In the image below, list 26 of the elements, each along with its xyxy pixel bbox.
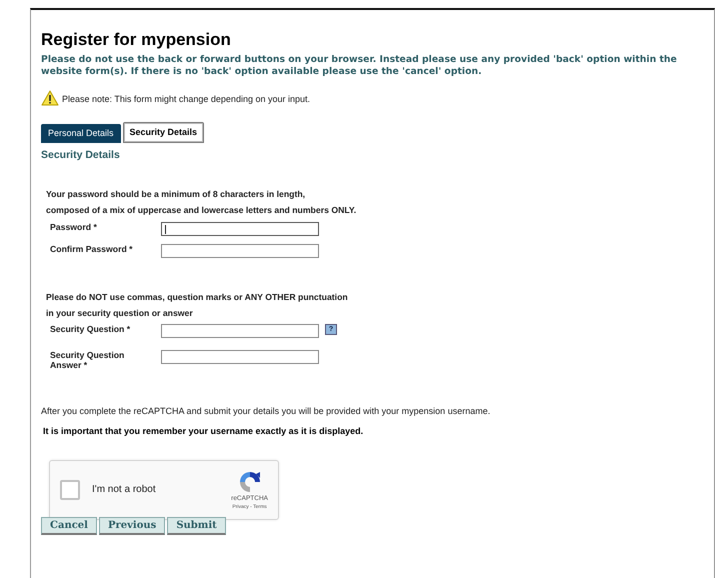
- instruction-text: composed of a mix of uppercase and lowercase letters and numbers ONLY.: [46, 205, 358, 217]
- field-label: Password *: [50, 222, 98, 232]
- tab[interactable]: Personal Details: [41, 124, 121, 144]
- checkbox-label: I'm not a robot: [92, 483, 157, 496]
- checkbox[interactable]: [60, 480, 80, 500]
- warning-icon: [41, 90, 59, 106]
- field-label: Security Question Answer *: [50, 350, 126, 370]
- form-button[interactable]: Cancel: [41, 516, 97, 535]
- important-text: It is important that you remember your username exactly as it is displayed.: [43, 426, 364, 438]
- warning-text: Please do not use the back or forward buttons on your browser. Instead please use any provided 'back' option within the website form(s). If there is no 'back' option available please use the 'cancel' option.: [41, 54, 678, 78]
- page-title: Register for mypension: [41, 30, 232, 50]
- field-label: Security Question *: [50, 324, 132, 334]
- info-text: After you complete the reCAPTCHA and submit your details you will be provided with your mypension username.: [41, 406, 492, 418]
- tab[interactable]: Security Details: [122, 122, 204, 144]
- field-label: Confirm Password *: [50, 244, 134, 254]
- input-field[interactable]: [161, 222, 319, 236]
- input-field[interactable]: [161, 244, 319, 258]
- instruction-text: in your security question or answer: [46, 308, 194, 320]
- input-field[interactable]: [161, 324, 319, 338]
- form-button[interactable]: Submit: [167, 516, 226, 535]
- instruction-text: Your password should be a minimum of 8 characters in length,: [46, 188, 306, 200]
- section-title: Security Details: [41, 149, 121, 163]
- input-field[interactable]: [161, 350, 319, 364]
- note-text: Please note: This form might change depending on your input.: [62, 94, 310, 106]
- instruction-text: Please do NOT use commas, question marks or ANY OTHER punctuation: [46, 292, 349, 303]
- form-button[interactable]: Previous: [98, 516, 166, 535]
